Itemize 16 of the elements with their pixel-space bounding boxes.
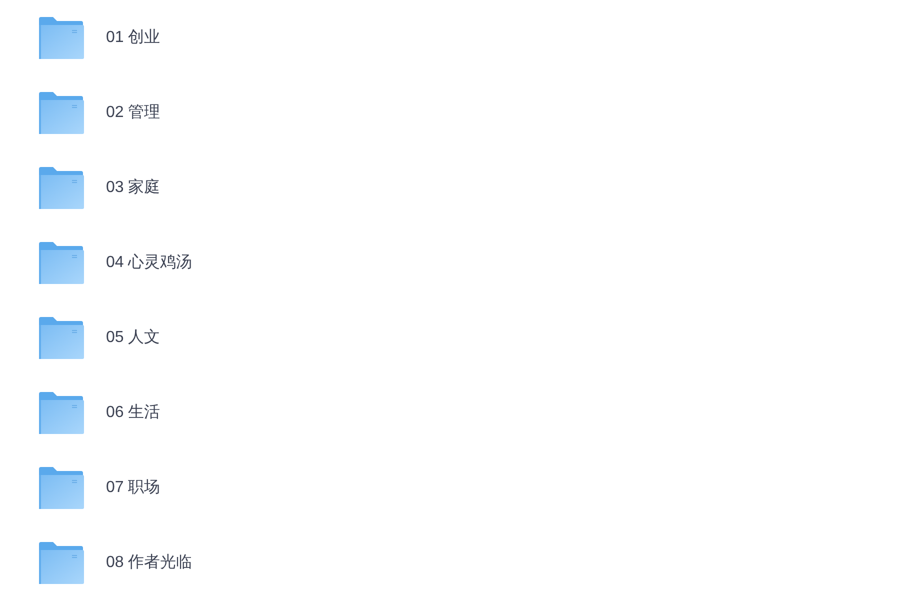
folder-name[interactable]: 04 心灵鸡汤 [106,250,192,274]
folder-name[interactable]: 08 作者光临 [106,550,192,574]
folder-name[interactable]: 06 生活 [106,400,160,424]
folder-icon[interactable] [38,242,84,284]
folder-icon[interactable] [38,316,84,358]
folder-name[interactable]: 03 家庭 [106,176,160,200]
folder-name[interactable]: 01 创业 [106,26,160,50]
folder-icon[interactable] [38,166,84,208]
folder-name[interactable]: 07 职场 [106,476,160,500]
folder-icon[interactable] [38,92,84,134]
folder-icon[interactable] [38,392,84,434]
folder-name[interactable]: 02 管理 [106,100,160,124]
folder-icon[interactable] [38,16,84,58]
folder-name[interactable]: 05 人文 [106,326,160,350]
folder-icon[interactable] [38,542,84,584]
folder-icon[interactable] [38,466,84,508]
